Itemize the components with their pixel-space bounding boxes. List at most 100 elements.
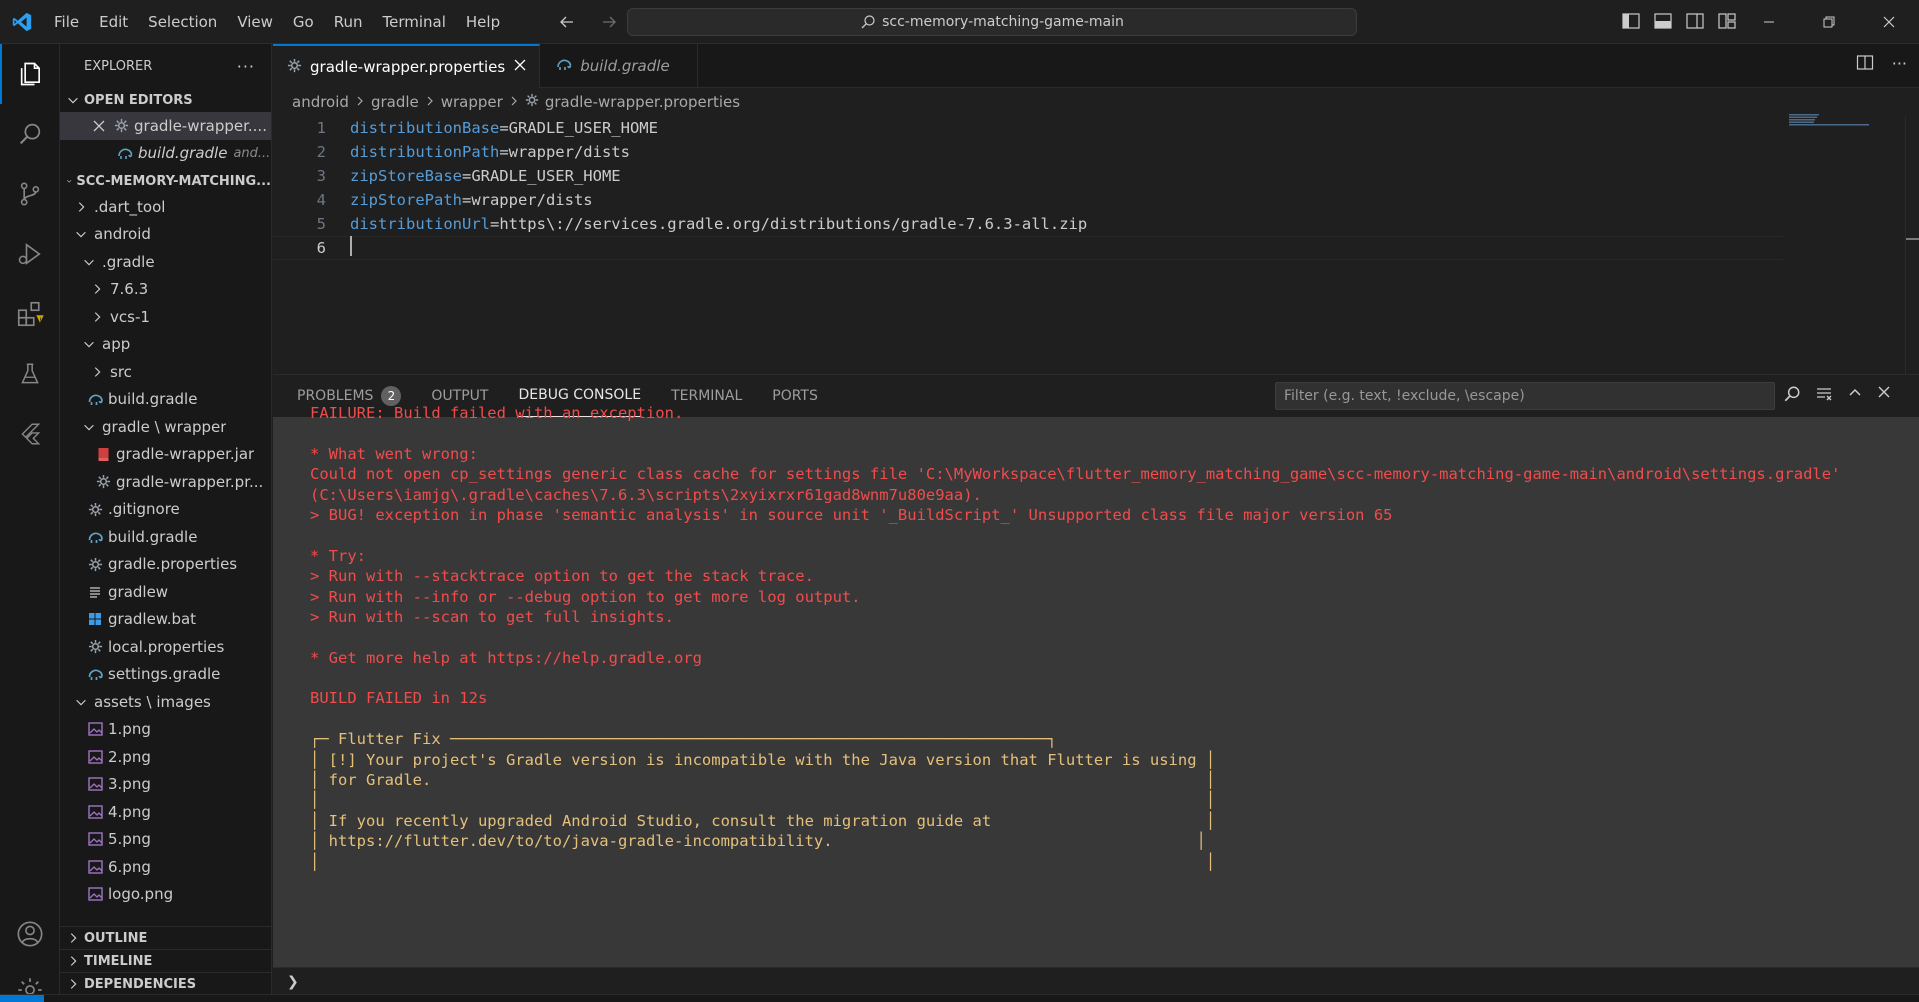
run-debug-icon[interactable]	[0, 224, 60, 284]
testing-flask-icon[interactable]	[0, 344, 60, 404]
tree-item[interactable]: .gradle	[60, 248, 271, 276]
code-line[interactable]: 5 distributionUrl=https\://services.gradl…	[273, 212, 1919, 236]
extensions-icon[interactable]: !	[0, 284, 60, 344]
command-center-search[interactable]: scc-memory-matching-game-main	[627, 8, 1357, 36]
tab-gradle-wrapper-properties[interactable]: gradle-wrapper.properties	[273, 44, 541, 88]
close-icon[interactable]	[90, 117, 108, 135]
editor-scrollbar[interactable]	[1905, 116, 1919, 374]
tree-item[interactable]: gradlew	[60, 578, 271, 606]
tree-item[interactable]: android	[60, 221, 271, 249]
toggle-panel-icon[interactable]	[1652, 10, 1674, 32]
source-control-icon[interactable]	[0, 164, 60, 224]
code-line[interactable]: 1 distributionBase=GRADLE_USER_HOME	[273, 116, 1919, 140]
explorer-icon[interactable]	[0, 44, 60, 104]
vscode-logo-icon[interactable]	[0, 0, 44, 44]
menu-run[interactable]: Run	[324, 7, 373, 37]
customize-layout-icon[interactable]	[1716, 10, 1738, 32]
outline-header[interactable]: OUTLINE	[60, 927, 271, 950]
code-line[interactable]: 3 zipStoreBase=GRADLE_USER_HOME	[273, 164, 1919, 188]
tree-item[interactable]: .gitignore	[60, 496, 271, 524]
toggle-secondary-sidebar-icon[interactable]	[1684, 10, 1706, 32]
tree-item[interactable]: 3.png	[60, 771, 271, 799]
open-editor-item-build-gradle[interactable]: build.gradle and...	[60, 140, 271, 168]
tree-item[interactable]: assets \ images	[60, 688, 271, 716]
tree-item[interactable]: 1.png	[60, 716, 271, 744]
breadcrumb-item[interactable]: gradle	[371, 93, 419, 111]
property-value: =wrapper/dists	[461, 191, 593, 209]
menu-terminal[interactable]: Terminal	[373, 7, 456, 37]
remote-indicator[interactable]	[0, 995, 44, 1002]
tree-item-label: gradlew.bat	[108, 610, 197, 629]
tab-build-gradle[interactable]: build.gradle	[540, 44, 699, 88]
project-header[interactable]: SCC-MEMORY-MATCHING...	[60, 169, 271, 193]
tree-item[interactable]: src	[60, 358, 271, 386]
tree-item-label: 5.png	[108, 830, 151, 849]
panel-tab-label: DEBUG CONSOLE	[518, 387, 642, 403]
tree-item[interactable]: .dart_tool	[60, 193, 271, 221]
minimap[interactable]	[1789, 114, 1869, 126]
text-cursor	[350, 236, 352, 256]
console-line: Could not open cp_settings generic class…	[310, 465, 1841, 484]
outline-label: OUTLINE	[84, 930, 148, 946]
tree-item[interactable]: logo.png	[60, 881, 271, 909]
breadcrumb-item[interactable]: android	[292, 93, 349, 111]
flutter-icon[interactable]	[0, 404, 60, 464]
code-text: distributionBase=GRADLE_USER_HOME	[326, 119, 658, 137]
code-line[interactable]: 2 distributionPath=wrapper/dists	[273, 140, 1919, 164]
tree-item[interactable]: 5.png	[60, 826, 271, 854]
gear-icon	[86, 638, 104, 656]
tab-label: build.gradle	[580, 57, 670, 75]
toggle-primary-sidebar-icon[interactable]	[1620, 10, 1642, 32]
tree-item[interactable]: build.gradle	[60, 386, 271, 414]
tree-item[interactable]: gradlew.bat	[60, 606, 271, 634]
chevron-right-icon	[70, 956, 77, 967]
tree-item[interactable]: build.gradle	[60, 523, 271, 551]
tree-item[interactable]: gradle \ wrapper	[60, 413, 271, 441]
tree-item[interactable]: vcs-1	[60, 303, 271, 331]
breadcrumb-item[interactable]: gradle-wrapper.properties	[545, 93, 740, 111]
minimize-icon[interactable]	[1739, 0, 1799, 44]
close-tab-icon[interactable]	[513, 58, 527, 76]
menu-view[interactable]: View	[227, 7, 283, 37]
restore-icon[interactable]	[1799, 0, 1859, 44]
tree-item[interactable]: 6.png	[60, 853, 271, 881]
forward-arrow-icon[interactable]	[597, 10, 621, 34]
tree-item[interactable]: gradle-wrapper.jar	[60, 441, 271, 469]
tree-item[interactable]: 7.6.3	[60, 276, 271, 304]
tree-item[interactable]: 4.png	[60, 798, 271, 826]
search-sidebar-icon[interactable]	[0, 104, 60, 164]
tree-item[interactable]: settings.gradle	[60, 661, 271, 689]
tree-item[interactable]: app	[60, 331, 271, 359]
more-actions-icon[interactable]: ···	[237, 57, 255, 76]
activity-bar: !	[0, 44, 60, 1002]
back-arrow-icon[interactable]	[555, 10, 579, 34]
menu-file[interactable]: File	[44, 7, 89, 37]
menu-edit[interactable]: Edit	[89, 7, 138, 37]
account-icon[interactable]	[0, 904, 60, 964]
open-editor-item-gradle-wrapper[interactable]: gradle-wrapper....	[60, 112, 271, 140]
image-file-icon	[86, 803, 104, 821]
timeline-header[interactable]: TIMELINE	[60, 950, 271, 973]
tree-item[interactable]: 2.png	[60, 743, 271, 771]
dependencies-header[interactable]: DEPENDENCIES	[60, 973, 271, 994]
split-editor-icon[interactable]	[1856, 54, 1874, 76]
breadcrumb-item[interactable]: wrapper	[441, 93, 503, 111]
code-line[interactable]: 4 zipStorePath=wrapper/dists	[273, 188, 1919, 212]
menu-selection[interactable]: Selection	[138, 7, 227, 37]
menu-go[interactable]: Go	[283, 7, 324, 37]
tree-item[interactable]: gradle-wrapper.pr...	[60, 468, 271, 496]
code-text: distributionUrl=https\://services.gradle…	[326, 215, 1087, 233]
tree-item[interactable]: gradle.properties	[60, 551, 271, 579]
debug-console-output[interactable]: FAILURE: Build failed with an exception.…	[310, 403, 1880, 935]
chevron-down-icon	[68, 97, 78, 104]
code-editor[interactable]: 1 distributionBase=GRADLE_USER_HOME 2 distr…	[273, 116, 1919, 260]
image-file-icon	[86, 885, 104, 903]
close-window-icon[interactable]	[1859, 0, 1919, 44]
menu-help[interactable]: Help	[456, 7, 510, 37]
more-actions-icon[interactable]: ···	[1892, 54, 1907, 76]
open-editors-header[interactable]: OPEN EDITORS	[60, 88, 271, 112]
debug-console-input[interactable]: ❯	[273, 967, 1919, 995]
tree-item[interactable]: local.properties	[60, 633, 271, 661]
code-line[interactable]: 6	[273, 236, 1783, 260]
